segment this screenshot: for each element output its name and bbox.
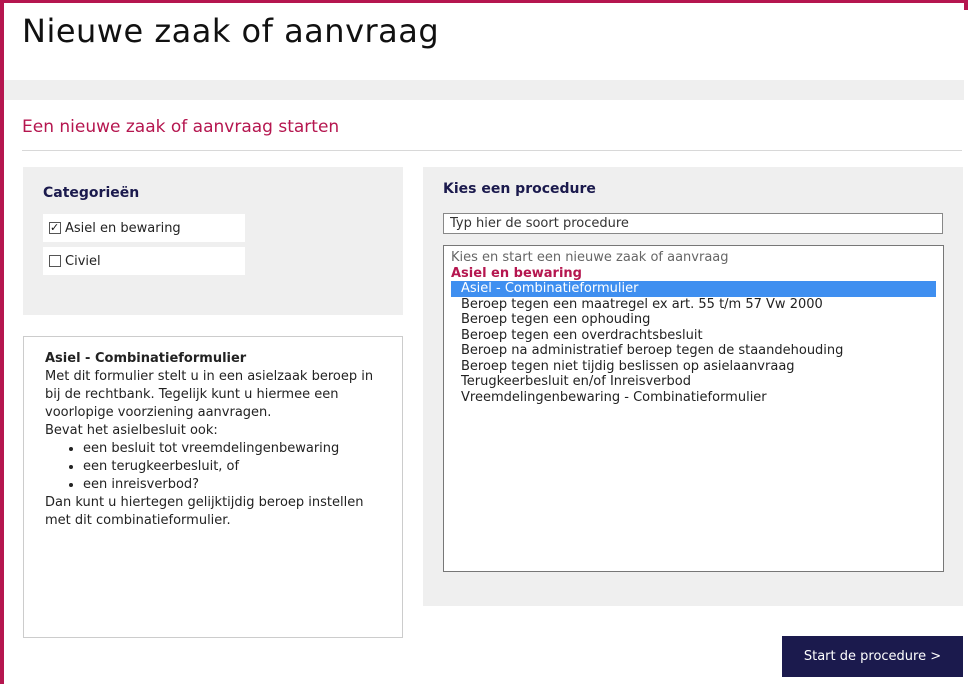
list-option-selected[interactable]: Asiel - Combinatieformulier	[451, 281, 936, 297]
description-bullet-list: een besluit tot vreemdelingenbewaring ee…	[45, 440, 381, 494]
category-civiel[interactable]: Civiel	[43, 247, 245, 275]
section-title: Een nieuwe zaak of aanvraag starten	[22, 117, 340, 137]
procedure-panel: Kies een procedure Kies en start een nie…	[423, 167, 963, 606]
list-option[interactable]: Vreemdelingenbewaring - Combinatieformul…	[451, 390, 936, 406]
start-procedure-button[interactable]: Start de procedure >	[782, 636, 963, 677]
category-asiel-en-bewaring[interactable]: Asiel en bewaring	[43, 214, 245, 242]
section-divider	[22, 150, 962, 151]
category-label: Asiel en bewaring	[65, 220, 181, 236]
list-group-label: Asiel en bewaring	[451, 265, 582, 281]
procedure-heading: Kies een procedure	[443, 181, 596, 197]
categories-panel: Categorieën Asiel en bewaring Civiel	[23, 167, 403, 315]
frame-right-border	[964, 0, 968, 10]
list-option[interactable]: Beroep tegen een overdrachtsbesluit	[451, 328, 936, 344]
description-bullet: een inreisverbod?	[83, 476, 381, 494]
description-bullet: een besluit tot vreemdelingenbewaring	[83, 440, 381, 458]
list-hint: Kies en start een nieuwe zaak of aanvraa…	[451, 250, 729, 265]
list-option[interactable]: Beroep na administratief beroep tegen de…	[451, 343, 936, 359]
description-bullet: een terugkeerbesluit, of	[83, 458, 381, 476]
page-title: Nieuwe zaak of aanvraag	[22, 12, 440, 50]
checkbox-checked-icon[interactable]	[49, 222, 61, 234]
procedure-search-input[interactable]	[443, 213, 943, 234]
header-band	[4, 80, 964, 100]
checkbox-unchecked-icon[interactable]	[49, 255, 61, 267]
description-outro: Dan kunt u hiertegen gelijktijdig beroep…	[45, 495, 364, 528]
list-option[interactable]: Beroep tegen een ophouding	[451, 312, 936, 328]
categories-heading: Categorieën	[43, 185, 140, 201]
list-option[interactable]: Beroep tegen niet tijdig beslissen op as…	[451, 359, 936, 375]
frame-left-border	[0, 0, 4, 684]
list-option[interactable]: Terugkeerbesluit en/of Inreisverbod	[451, 374, 936, 390]
list-option[interactable]: Beroep tegen een maatregel ex art. 55 t/…	[451, 297, 936, 313]
procedure-description: Asiel - Combinatieformulier Met dit form…	[23, 336, 403, 638]
description-intro: Met dit formulier stelt u in een asielza…	[45, 369, 374, 420]
description-title: Asiel - Combinatieformulier	[45, 351, 247, 366]
procedure-listbox[interactable]: Kies en start een nieuwe zaak of aanvraa…	[443, 245, 944, 572]
description-question: Bevat het asielbesluit ook:	[45, 423, 218, 438]
category-label: Civiel	[65, 253, 101, 269]
frame-top-border	[0, 0, 964, 3]
